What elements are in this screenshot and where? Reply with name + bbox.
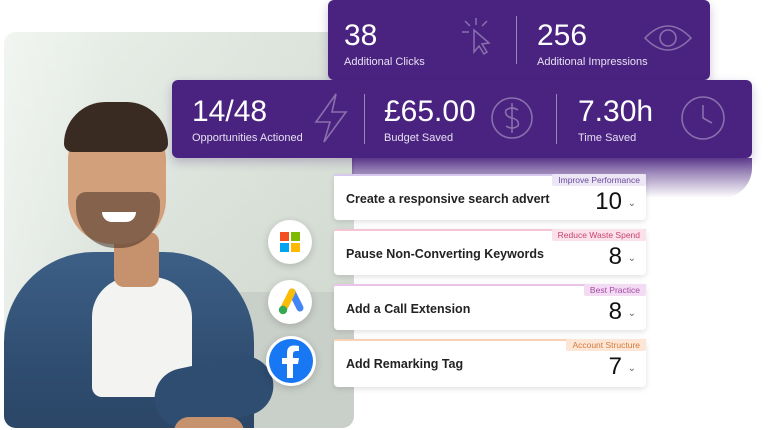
- metric-additional-impressions: 256 Additional Impressions: [537, 19, 648, 69]
- chevron-down-icon[interactable]: ⌄: [628, 198, 636, 209]
- category-tag: Account Structure: [566, 339, 646, 351]
- metric-opportunities: 14/48 Opportunities Actioned: [192, 95, 303, 145]
- metric-value: 256: [537, 19, 588, 52]
- metric-label: Opportunities Actioned: [192, 132, 303, 144]
- facebook-logo-badge[interactable]: [266, 336, 316, 386]
- metric-label: Budget Saved: [384, 132, 454, 144]
- lightning-icon: [314, 93, 348, 143]
- metric-time-saved: 7.30h Time Saved: [578, 95, 654, 145]
- chevron-down-icon[interactable]: ⌄: [628, 308, 636, 319]
- metric-divider: [556, 94, 557, 144]
- top-metrics-card: 38 Additional Clicks 256 Additional Impr…: [328, 0, 710, 80]
- metric-budget-saved: £65.00 Budget Saved: [384, 95, 476, 145]
- metric-divider: [364, 94, 365, 144]
- metric-value: 38: [344, 19, 378, 52]
- chevron-down-icon[interactable]: ⌄: [628, 363, 636, 374]
- action-title: Add a Call Extension: [346, 302, 471, 316]
- google-ads-logo-icon: [278, 288, 304, 315]
- action-count: 8: [608, 298, 622, 325]
- action-title: Add Remarking Tag: [346, 357, 464, 371]
- mid-metrics-card: 14/48 Opportunities Actioned £65.00 Budg…: [172, 80, 752, 158]
- action-row-responsive-search[interactable]: Improve Performance Create a responsive …: [334, 174, 646, 220]
- microsoft-logo-icon: [280, 232, 300, 252]
- action-row-pause-keywords[interactable]: Reduce Waste Spend Pause Non-Converting …: [334, 229, 646, 275]
- action-count: 8: [608, 243, 622, 270]
- clock-icon: [681, 96, 725, 140]
- metric-label: Time Saved: [578, 132, 637, 144]
- google-ads-logo-badge[interactable]: [268, 280, 312, 324]
- cursor-click-icon: [462, 18, 491, 56]
- metric-value: 7.30h: [578, 95, 654, 128]
- metric-additional-clicks: 38 Additional Clicks: [344, 19, 425, 69]
- category-tag: Improve Performance: [552, 174, 646, 186]
- action-title: Create a responsive search advert: [346, 192, 550, 206]
- eye-icon: [643, 25, 693, 51]
- action-title: Pause Non-Converting Keywords: [346, 247, 544, 261]
- metric-label: Additional Impressions: [537, 56, 648, 68]
- category-tag: Reduce Waste Spend: [551, 229, 646, 241]
- dollar-circle-icon: [491, 97, 533, 139]
- chevron-down-icon[interactable]: ⌄: [628, 253, 636, 264]
- metric-value: 14/48: [192, 95, 268, 128]
- action-row-call-extension[interactable]: Best Practice Add a Call Extension 8 ⌄: [334, 284, 646, 330]
- metric-label: Additional Clicks: [344, 56, 425, 68]
- category-tag: Best Practice: [583, 284, 646, 296]
- metric-divider: [516, 16, 517, 64]
- action-row-remarketing-tag[interactable]: Account Structure Add Remarking Tag 7 ⌄: [334, 339, 646, 387]
- microsoft-logo-badge[interactable]: [268, 220, 312, 264]
- action-count: 7: [608, 353, 622, 380]
- facebook-logo-icon: [269, 339, 313, 383]
- metric-value: £65.00: [384, 95, 476, 128]
- action-count: 10: [595, 188, 622, 215]
